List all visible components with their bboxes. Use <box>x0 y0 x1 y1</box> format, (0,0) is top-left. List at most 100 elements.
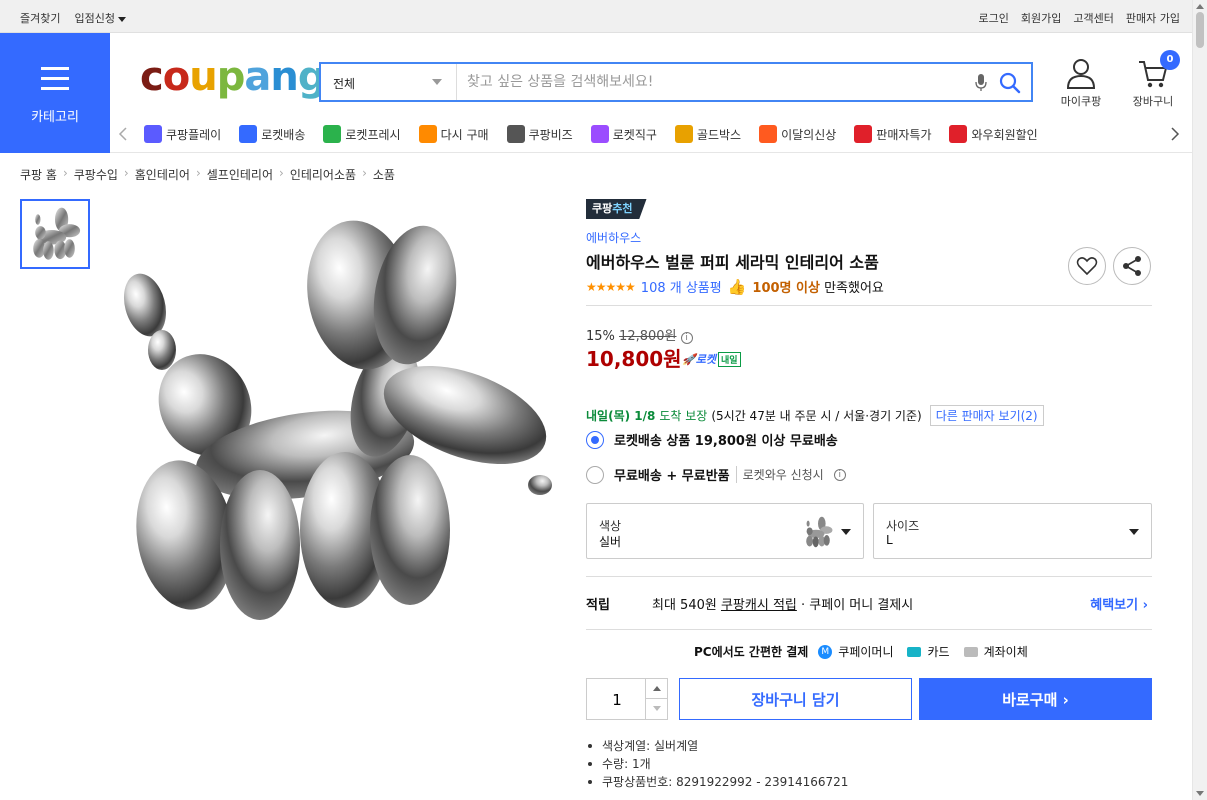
color-swatch-image <box>806 516 833 548</box>
scroll-down-icon[interactable] <box>1196 791 1204 796</box>
hamburger-icon <box>41 67 69 97</box>
reward-key: 적립 <box>586 598 610 613</box>
radio-selected[interactable] <box>586 430 604 449</box>
breadcrumb: 쿠팡 홈 › 쿠팡수입 › 홈인테리어 › 셀프인테리어 › 인테리어소품 › 소품 <box>20 166 395 183</box>
breadcrumb-item[interactable]: 인테리어소품 <box>290 166 356 183</box>
add-to-cart-button[interactable]: 장바구니 담기 <box>679 678 912 720</box>
size-select[interactable]: 사이즈 L <box>873 503 1152 559</box>
cart-button[interactable]: 0 장바구니 <box>1126 50 1180 109</box>
breadcrumb-item[interactable]: 셀프인테리어 <box>207 166 273 183</box>
search-input[interactable] <box>467 72 947 92</box>
breadcrumb-item[interactable]: 홈인테리어 <box>135 166 190 183</box>
quantity-decrease-button[interactable] <box>645 699 667 719</box>
quantity-input[interactable] <box>597 691 637 709</box>
info-icon[interactable]: i <box>833 468 846 481</box>
shortcut-item[interactable]: 이달의신상 <box>759 125 836 143</box>
category-button[interactable]: 카테고리 <box>0 33 110 153</box>
shortcut-item[interactable]: 다시 구매 <box>418 125 489 143</box>
reward-text: 최대 540원 쿠팡캐시 적립 · 쿠페이 머니 결제시 <box>652 598 914 613</box>
breadcrumb-item[interactable]: 소품 <box>373 166 395 183</box>
scroll-thumb[interactable] <box>1196 12 1204 48</box>
shipping-option-rocket[interactable]: 로켓배송 상품 19,800원 이상 무료배송 <box>586 430 838 449</box>
delivery-guarantee: 도착 보장 <box>659 409 708 423</box>
rating-row: ★★★★★ 108 개 상품평 👍 100명 이상 만족했어요 <box>586 277 884 297</box>
wow-icon <box>949 125 968 143</box>
heart-icon <box>1076 257 1098 276</box>
bank-transfer-label: 계좌이체 <box>983 645 1028 659</box>
rocket-global-icon <box>590 125 609 143</box>
shortcut-label: 와우회원할인 <box>971 127 1038 142</box>
share-button[interactable] <box>1113 247 1151 285</box>
review-count-link[interactable]: 108 개 상품평 <box>641 277 722 296</box>
seller-signup-link[interactable]: 판매자 가입 <box>1126 10 1180 26</box>
coupay-money-label: 쿠페이머니 <box>838 645 894 659</box>
share-icon <box>1123 256 1141 276</box>
pc-payment-row: PC에서도 간편한 결제 M 쿠페이머니 카드 계좌이체 <box>694 643 1028 660</box>
product-main-image[interactable] <box>100 200 570 670</box>
size-select-value: L <box>886 533 893 547</box>
microphone-icon[interactable] <box>975 74 987 92</box>
radio-unselected[interactable] <box>586 465 604 484</box>
other-sellers-button[interactable]: 다른 판매자 보기(2) <box>929 405 1044 426</box>
benefit-view-link[interactable]: 혜택보기 › <box>1090 594 1148 613</box>
buy-now-button[interactable]: 바로구매 › <box>919 678 1152 720</box>
shortcut-label: 쿠팡플레이 <box>166 127 222 142</box>
rocket-delivery-badge: 🚀로켓 내일 <box>682 351 741 367</box>
chevron-right-icon: › <box>62 166 68 180</box>
shortcut-item[interactable]: 로켓직구 <box>590 125 657 143</box>
breadcrumb-item[interactable]: 쿠팡 홈 <box>20 166 57 183</box>
shipping-option-label: 로켓배송 상품 19,800원 이상 무료배송 <box>614 434 838 449</box>
thumbs-up-icon: 👍 <box>727 277 747 296</box>
shortcut-label: 로켓배송 <box>261 127 306 142</box>
chevron-left-icon[interactable] <box>118 127 128 141</box>
search-icon[interactable] <box>999 72 1021 94</box>
pc-payment-label: PC에서도 간편한 결제 <box>694 645 809 659</box>
bookmark-link[interactable]: 즐겨찾기 <box>20 10 60 26</box>
shipping-option-free[interactable]: 무료배송 + 무료반품 로켓와우 신청시 i <box>586 465 846 484</box>
shortcut-label: 쿠팡비즈 <box>528 127 573 142</box>
goldbox-icon <box>674 125 693 143</box>
quantity-increase-button[interactable] <box>645 679 667 699</box>
shortcut-item[interactable]: 골드박스 <box>674 125 741 143</box>
user-icon <box>1066 59 1096 89</box>
shortcut-label: 판매자특가 <box>876 127 932 142</box>
vertical-scrollbar[interactable] <box>1192 0 1207 800</box>
shortcut-item[interactable]: 로켓프레시 <box>323 125 401 143</box>
info-icon[interactable]: i <box>680 332 693 344</box>
customer-center-link[interactable]: 고객센터 <box>1073 10 1113 26</box>
coupang-logo[interactable]: coupang <box>140 54 326 100</box>
signup-link[interactable]: 회원가입 <box>1021 10 1061 26</box>
product-thumbnail[interactable] <box>20 199 90 269</box>
discount-rate: 15% <box>586 329 615 344</box>
color-select[interactable]: 색상 실버 <box>586 503 864 559</box>
shortcut-item[interactable]: 쿠팡플레이 <box>144 125 221 143</box>
breadcrumb-item[interactable]: 쿠팡수입 <box>74 166 118 183</box>
divider <box>586 629 1152 630</box>
quantity-stepper <box>586 678 668 720</box>
satisfaction-text: 100명 이상 만족했어요 <box>752 281 884 296</box>
seller-deal-icon <box>854 125 873 143</box>
shortcut-item[interactable]: 로켓배송 <box>239 125 305 143</box>
category-label: 카테고리 <box>31 110 79 125</box>
shortcut-item[interactable]: 판매자특가 <box>854 125 931 143</box>
seller-apply-dropdown[interactable]: 입점신청 <box>74 10 126 26</box>
search-scope-select[interactable]: 전체 <box>321 64 457 100</box>
login-link[interactable]: 로그인 <box>979 10 1009 26</box>
shortcut-item[interactable]: 와우회원할인 <box>949 125 1038 143</box>
balloon-dog-thumbnail-image <box>33 207 81 260</box>
wishlist-button[interactable] <box>1068 247 1106 285</box>
shortcut-label: 로켓직구 <box>612 127 657 142</box>
scroll-up-icon[interactable] <box>1196 4 1204 9</box>
shortcut-item[interactable]: 쿠팡비즈 <box>506 125 573 143</box>
shortcut-label: 다시 구매 <box>440 127 489 142</box>
divider <box>586 576 1152 577</box>
divider <box>586 305 1152 306</box>
mycoupang-button[interactable]: 마이쿠팡 <box>1055 58 1107 109</box>
caret-down-icon <box>1129 529 1139 535</box>
chevron-right-icon[interactable] <box>1170 127 1180 141</box>
discount-row: 15% 12,800원 i <box>586 325 693 344</box>
card-label: 카드 <box>927 645 950 659</box>
spec-item: 색상계열: 실버계열 <box>586 737 848 755</box>
chevron-right-icon: › <box>195 166 201 180</box>
brand-link[interactable]: 에버하우스 <box>586 229 641 246</box>
